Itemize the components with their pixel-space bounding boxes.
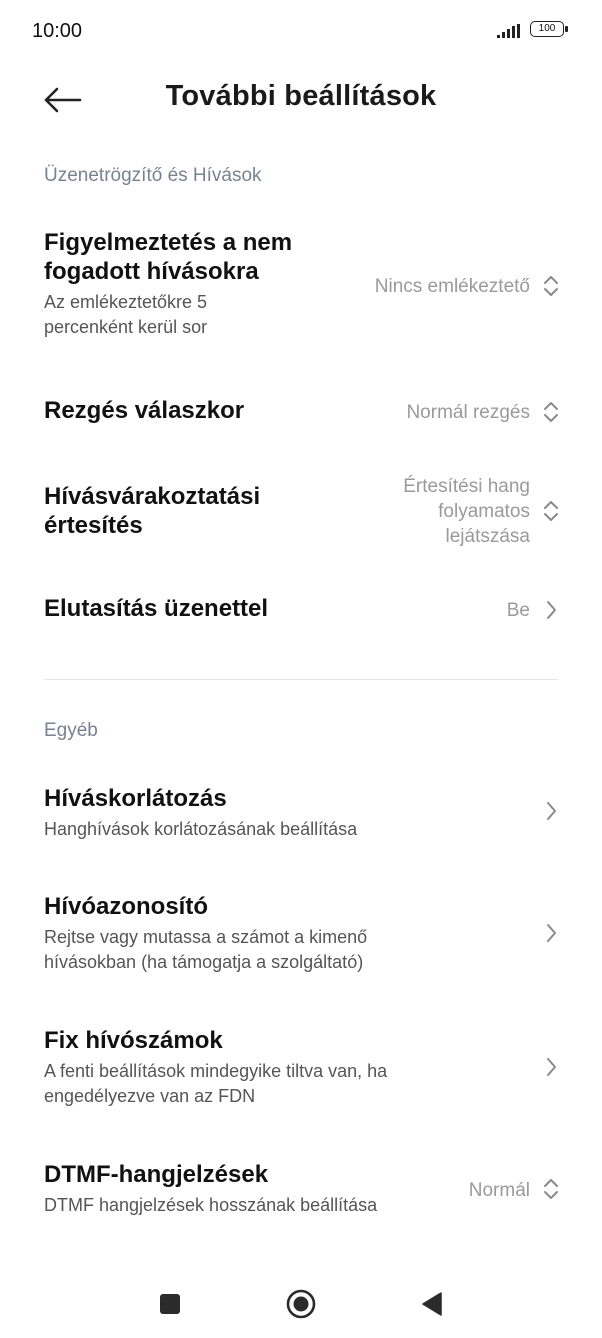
battery-tip <box>565 26 568 32</box>
subtitle-line: Az emlékeztetőkre 5 <box>44 292 208 312</box>
setting-value: Normál rezgés <box>406 402 530 423</box>
setting-caller-id[interactable]: Hívóazonosító Rejtse vagy mutassa a szám… <box>0 892 602 982</box>
value-line: Értesítési hang <box>403 476 530 497</box>
setting-fixed-dialing[interactable]: Fix hívószámok A fenti beállítások minde… <box>0 1026 602 1116</box>
status-bar: 10:00 100 <box>0 0 602 62</box>
system-nav-bar <box>0 1270 602 1338</box>
title-line: Hívásvárakoztatási <box>44 483 261 510</box>
setting-text: Figyelmeztetés a nem fogadott hívásokra … <box>44 228 292 340</box>
setting-title: DTMF-hangjelzések <box>44 1161 269 1188</box>
chevron-up-down-icon <box>544 1179 558 1199</box>
setting-vibrate-on-answer[interactable]: Rezgés válaszkor Normál rezgés <box>0 396 602 436</box>
triangle-back-icon <box>422 1292 442 1316</box>
setting-title: Fix hívószámok <box>44 1027 223 1054</box>
recents-button[interactable] <box>150 1284 190 1324</box>
setting-title: Hívásvárakoztatási értesítés <box>44 482 260 540</box>
setting-value: Nincs emlékeztető <box>374 276 530 297</box>
chevron-up-down-icon <box>544 276 558 296</box>
setting-subtitle: A fenti beállítások mindegyike tiltva va… <box>44 1059 387 1109</box>
section-title-other: Egyéb <box>44 720 98 741</box>
setting-title: Híváskorlátozás <box>44 785 227 812</box>
chevron-right-icon <box>547 1058 556 1076</box>
home-circle-icon <box>286 1289 316 1319</box>
page-title: További beállítások <box>165 80 437 112</box>
chevron-right-icon <box>547 601 556 619</box>
setting-text: Fix hívószámok A fenti beállítások minde… <box>44 1026 387 1109</box>
status-time: 10:00 <box>32 20 83 42</box>
chevron-up-down-icon <box>544 501 558 521</box>
title-line: Figyelmeztetés a nem <box>44 229 293 256</box>
setting-reject-with-message[interactable]: Elutasítás üzenettel Be <box>0 594 602 634</box>
subtitle-line: A fenti beállítások mindegyike tiltva va… <box>44 1061 388 1081</box>
chevron-right-icon <box>547 802 556 820</box>
setting-text: Rezgés válaszkor <box>44 396 244 425</box>
setting-subtitle: Rejtse vagy mutassa a számot a kimenő hí… <box>44 925 367 975</box>
setting-text: Hívóazonosító Rejtse vagy mutassa a szám… <box>44 892 367 975</box>
title-line: értesítés <box>44 512 143 539</box>
subtitle-line: hívásokban (ha támogatja a szolgáltató) <box>44 952 364 972</box>
value-line: lejátszása <box>445 526 531 547</box>
setting-subtitle: DTMF hangjelzések hosszának beállítása <box>44 1195 378 1215</box>
setting-call-barring[interactable]: Híváskorlátozás Hanghívások korlátozásán… <box>0 784 602 844</box>
title-line: fogadott hívásokra <box>44 258 259 285</box>
signal-icon <box>497 24 520 38</box>
setting-value: Be <box>506 600 530 621</box>
setting-title: Elutasítás üzenettel <box>44 595 269 622</box>
setting-value: Normál <box>468 1180 530 1201</box>
battery-icon: 100 <box>530 21 564 37</box>
setting-call-waiting-alert[interactable]: Hívásvárakoztatási értesítés Értesítési … <box>0 474 602 554</box>
setting-dtmf-tones[interactable]: DTMF-hangjelzések DTMF hangjelzések hoss… <box>0 1160 602 1224</box>
setting-subtitle: Hanghívások korlátozásának beállítása <box>44 819 358 839</box>
square-icon <box>160 1294 180 1314</box>
subtitle-line: percenként kerül sor <box>44 317 208 337</box>
chevron-right-icon <box>547 924 556 942</box>
setting-title: Figyelmeztetés a nem fogadott hívásokra <box>44 228 292 286</box>
setting-missed-call-alert[interactable]: Figyelmeztetés a nem fogadott hívásokra … <box>0 228 602 348</box>
home-button[interactable] <box>281 1284 321 1324</box>
subtitle-line: Rejtse vagy mutassa a számot a kimenő <box>44 927 368 947</box>
battery-level: 100 <box>538 23 556 34</box>
subtitle-line: engedélyezve van az FDN <box>44 1086 256 1106</box>
setting-title: Rezgés válaszkor <box>44 397 245 424</box>
setting-text: Híváskorlátozás Hanghívások korlátozásán… <box>44 784 357 842</box>
app-header: További beállítások <box>0 62 602 142</box>
setting-subtitle: Az emlékeztetőkre 5 percenként kerül sor <box>44 290 292 340</box>
setting-text: Elutasítás üzenettel <box>44 594 268 623</box>
setting-text: Hívásvárakoztatási értesítés <box>44 482 260 540</box>
setting-title: Hívóazonosító <box>44 893 209 920</box>
section-title-voicemail: Üzenetrögzítő és Hívások <box>44 165 262 186</box>
chevron-up-down-icon <box>544 402 558 422</box>
value-line: folyamatos <box>438 501 530 522</box>
setting-value: Értesítési hang folyamatos lejátszása <box>403 474 530 549</box>
section-divider <box>44 679 558 680</box>
setting-text: DTMF-hangjelzések DTMF hangjelzések hoss… <box>44 1160 377 1218</box>
back-nav-button[interactable] <box>412 1284 452 1324</box>
